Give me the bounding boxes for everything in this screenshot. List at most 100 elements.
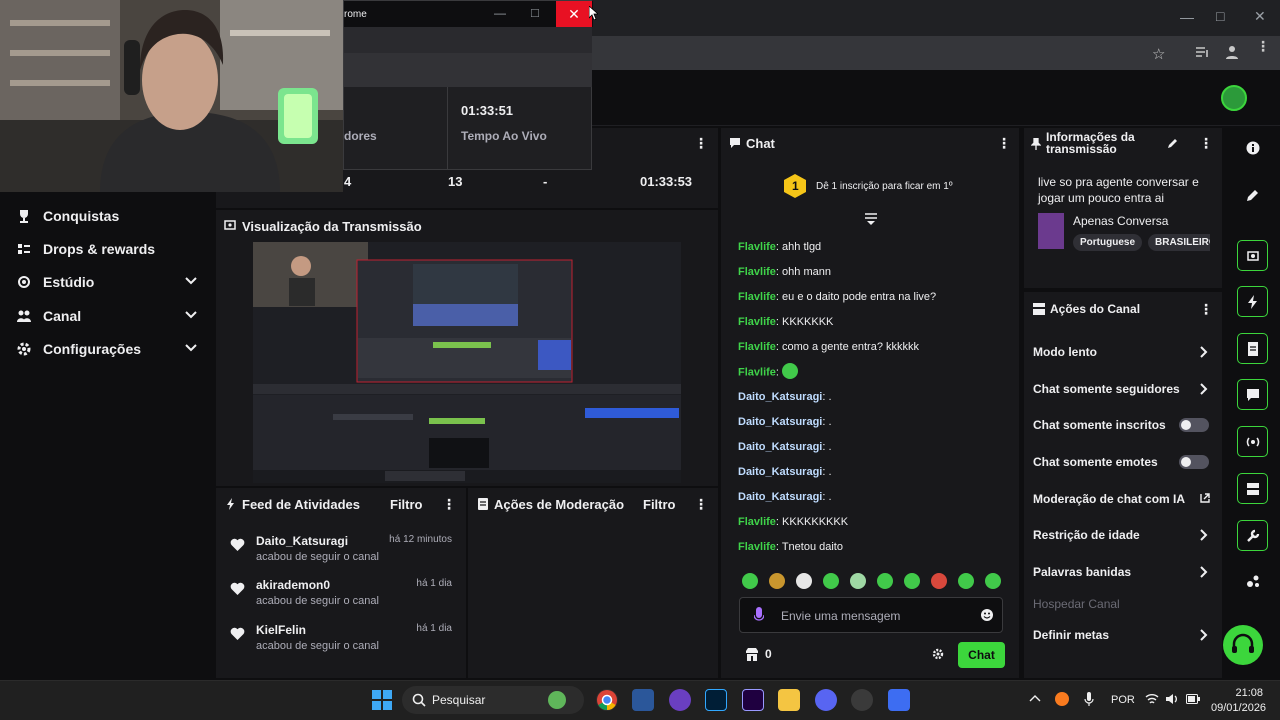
chat-username[interactable]: Flavlife bbox=[738, 291, 776, 303]
quick-action-notes[interactable] bbox=[1237, 333, 1268, 364]
external-link-icon[interactable] bbox=[1199, 492, 1211, 504]
clock-date[interactable]: 09/01/2026 bbox=[1211, 702, 1266, 714]
popup-close-button[interactable]: ✕ bbox=[556, 1, 592, 27]
wifi-icon[interactable] bbox=[1145, 693, 1159, 705]
channel-action-item[interactable]: Modo lento bbox=[1033, 340, 1215, 364]
battery-icon[interactable] bbox=[1186, 694, 1200, 704]
reading-list-icon[interactable] bbox=[1194, 44, 1210, 60]
chrome-app-icon[interactable] bbox=[596, 689, 618, 711]
photoshop-app-icon[interactable] bbox=[705, 689, 727, 711]
quick-action-lightning[interactable] bbox=[1237, 286, 1268, 317]
user-avatar[interactable] bbox=[1221, 85, 1247, 111]
chat-message[interactable]: Flavlife: ahh tlgd bbox=[738, 241, 821, 253]
discord-app-icon[interactable] bbox=[815, 689, 837, 711]
word-app-icon[interactable] bbox=[632, 689, 654, 711]
file-explorer-icon[interactable] bbox=[778, 689, 800, 711]
sidebar-item-conquistas[interactable]: Conquistas bbox=[16, 202, 206, 230]
pencil-icon[interactable] bbox=[1246, 188, 1260, 202]
actions-menu-icon[interactable]: ⋮ bbox=[1199, 301, 1213, 318]
chat-message[interactable]: Flavlife: KKKKKKK bbox=[738, 316, 833, 328]
sidebar-item-configuracoes[interactable]: Configurações bbox=[16, 335, 206, 363]
sidebar-item-estudio[interactable]: Estúdio bbox=[16, 268, 206, 296]
microphone-icon[interactable] bbox=[754, 607, 764, 623]
chat-message[interactable]: Flavlife: Tnetou daito bbox=[738, 541, 843, 553]
bookmark-star-icon[interactable]: ☆ bbox=[1152, 45, 1165, 63]
channel-action-item[interactable]: Chat somente inscritos bbox=[1033, 413, 1215, 437]
chat-message[interactable]: Daito_Katsuragi: . bbox=[738, 416, 832, 428]
feed-filter-button[interactable]: Filtro bbox=[390, 497, 423, 512]
chat-message[interactable]: Flavlife: eu e o daito pode entra na liv… bbox=[738, 291, 936, 303]
popup-minimize-icon[interactable]: — bbox=[494, 6, 506, 20]
chat-username[interactable]: Daito_Katsuragi bbox=[738, 441, 822, 453]
chat-message[interactable]: Daito_Katsuragi: . bbox=[738, 391, 832, 403]
blue-app-icon[interactable] bbox=[888, 689, 910, 711]
chevron-right-icon[interactable] bbox=[1197, 628, 1211, 642]
moderation-filter-button[interactable]: Filtro bbox=[643, 497, 676, 512]
popup-maximize-icon[interactable]: □ bbox=[531, 5, 539, 20]
chat-message[interactable]: Flavlife: ohh mann bbox=[738, 266, 831, 278]
tag-chip[interactable]: BRASILEIRO bbox=[1148, 234, 1210, 251]
microphone-tray-icon[interactable] bbox=[1084, 692, 1094, 707]
chevron-down-icon[interactable] bbox=[184, 308, 198, 322]
chat-username[interactable]: Flavlife bbox=[738, 316, 776, 328]
chat-message[interactable]: Flavlife: bbox=[738, 363, 799, 379]
maximize-icon[interactable]: □ bbox=[1216, 8, 1224, 24]
quick-action-chat[interactable] bbox=[1237, 379, 1268, 410]
chevron-right-icon[interactable] bbox=[1197, 565, 1211, 579]
category-name[interactable]: Apenas Conversa bbox=[1073, 214, 1168, 228]
chat-username[interactable]: Flavlife bbox=[738, 516, 776, 528]
volume-icon[interactable] bbox=[1165, 693, 1179, 705]
browser-menu-icon[interactable]: ⋮ bbox=[1256, 39, 1270, 53]
chat-send-button[interactable]: Chat bbox=[958, 642, 1005, 668]
stats-menu-icon[interactable]: ⋮ bbox=[694, 135, 708, 152]
minimize-icon[interactable]: — bbox=[1180, 9, 1194, 25]
chat-username[interactable]: Flavlife bbox=[738, 541, 776, 553]
quick-action-camera[interactable] bbox=[1237, 240, 1268, 271]
list-item[interactable]: Daito_Katsuragi acabou de seguir o canal… bbox=[216, 534, 466, 578]
chat-username[interactable]: Daito_Katsuragi bbox=[738, 491, 822, 503]
channel-action-item[interactable]: Restrição de idade bbox=[1033, 523, 1215, 547]
channel-points-icon[interactable] bbox=[744, 646, 760, 662]
chat-settings-icon[interactable] bbox=[932, 648, 944, 660]
channel-action-item[interactable]: Moderação de chat com IA bbox=[1033, 487, 1215, 511]
quick-action-broadcast[interactable] bbox=[1237, 426, 1268, 457]
chat-username[interactable]: Flavlife bbox=[738, 241, 776, 253]
chevron-right-icon[interactable] bbox=[1197, 345, 1211, 359]
tray-chevron-up-icon[interactable] bbox=[1029, 693, 1041, 705]
toggle-switch[interactable] bbox=[1179, 418, 1209, 432]
support-headset-icon[interactable] bbox=[1223, 625, 1263, 665]
list-item[interactable]: akirademon0 acabou de seguir o canal há … bbox=[216, 578, 466, 622]
chat-message[interactable]: Daito_Katsuragi: . bbox=[738, 466, 832, 478]
profile-icon[interactable] bbox=[1224, 44, 1240, 60]
emote-picker-icon[interactable] bbox=[980, 608, 994, 622]
sidebar-item-canal[interactable]: Canal bbox=[16, 302, 206, 330]
feed-user[interactable]: akirademon0 bbox=[256, 578, 330, 592]
scroll-to-bottom-icon[interactable] bbox=[864, 212, 878, 226]
clock-time[interactable]: 21:08 bbox=[1211, 687, 1263, 699]
chevron-right-icon[interactable] bbox=[1197, 382, 1211, 396]
edit-icon[interactable] bbox=[1167, 137, 1179, 149]
sidebar-item-drops[interactable]: Drops & rewards bbox=[16, 235, 206, 263]
chevron-down-icon[interactable] bbox=[184, 341, 198, 355]
chat-username[interactable]: Daito_Katsuragi bbox=[738, 391, 822, 403]
language-indicator[interactable]: POR bbox=[1111, 694, 1135, 706]
chat-message[interactable]: Daito_Katsuragi: . bbox=[738, 491, 832, 503]
info-icon[interactable] bbox=[1246, 141, 1260, 155]
extensions-icon[interactable] bbox=[1246, 574, 1260, 588]
chat-message[interactable]: Flavlife: como a gente entra? kkkkkk bbox=[738, 341, 919, 353]
channel-action-item[interactable]: Definir metas bbox=[1033, 623, 1215, 647]
taskbar-search[interactable]: Pesquisar bbox=[402, 686, 584, 714]
chat-username[interactable]: Daito_Katsuragi bbox=[738, 466, 822, 478]
moderation-menu-icon[interactable]: ⋮ bbox=[694, 496, 708, 513]
tray-app-icon[interactable] bbox=[1055, 692, 1069, 706]
chat-username[interactable]: Flavlife bbox=[738, 341, 776, 353]
github-app-icon[interactable] bbox=[851, 689, 873, 711]
close-icon[interactable]: ✕ bbox=[1254, 8, 1266, 25]
windows-start-icon[interactable] bbox=[372, 690, 392, 710]
premiere-app-icon[interactable] bbox=[742, 689, 764, 711]
chat-menu-icon[interactable]: ⋮ bbox=[997, 135, 1011, 152]
chat-username[interactable]: Flavlife bbox=[738, 266, 776, 278]
category-box-art[interactable] bbox=[1038, 213, 1064, 249]
feed-user[interactable]: KielFelin bbox=[256, 623, 306, 637]
chat-message[interactable]: Flavlife: KKKKKKKKK bbox=[738, 516, 848, 528]
